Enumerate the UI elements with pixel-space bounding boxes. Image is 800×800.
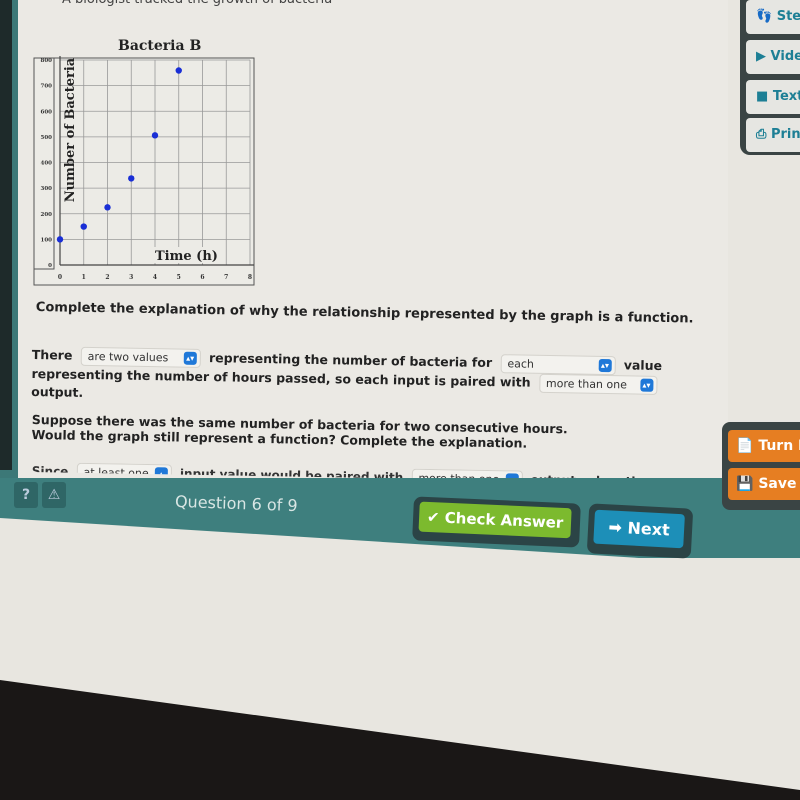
y-tick-label: 300 xyxy=(41,186,53,192)
tool-print[interactable]: ⎙ Print xyxy=(746,118,800,152)
warning-icon: ⚠ xyxy=(47,487,61,503)
bacteria-chart: 0 1 2 3 4 5 6 7 8 0 100 200 300 400 500 600 700 800 Number… xyxy=(33,56,255,286)
x-tick-label: 2 xyxy=(105,274,109,281)
check-answer-button[interactable]: ✔ Check Answer xyxy=(418,501,572,539)
data-point xyxy=(128,175,135,182)
x-tick-label: 3 xyxy=(129,274,133,281)
select-output-value: more than one xyxy=(545,376,628,392)
report-problem-button[interactable]: ⚠ xyxy=(42,482,66,508)
explanation-1: There are two values ▴▾ representing the… xyxy=(31,346,662,410)
data-point xyxy=(104,204,111,211)
data-point xyxy=(56,236,64,243)
side-tools-panel: 👣 Steps ▶ Video ■ Textbook ⎙ Print xyxy=(740,0,800,155)
tool-label: Textbook xyxy=(772,89,800,104)
save-icon: 💾 xyxy=(736,476,754,492)
data-point xyxy=(151,132,159,139)
turn-in-label: Turn In xyxy=(758,438,800,454)
y-tick-label: 800 xyxy=(41,58,53,64)
text-there: There xyxy=(31,346,73,363)
text-value: value xyxy=(623,357,663,373)
side-actions-panel: 📄 Turn In 💾 Save & Exit xyxy=(722,422,800,510)
next-button[interactable]: ➡ Next xyxy=(593,509,685,549)
x-tick-label: 0 xyxy=(58,274,62,281)
select-each[interactable]: each ▴▾ xyxy=(500,354,616,376)
select-values[interactable]: are two values ▴▾ xyxy=(80,346,201,368)
tool-video[interactable]: ▶ Video xyxy=(746,40,800,74)
check-answer-label: Check Answer xyxy=(444,508,564,532)
turn-in-button[interactable]: 📄 Turn In xyxy=(728,430,800,462)
select-values-value: are two values xyxy=(87,349,169,365)
print-icon: ⎙ xyxy=(756,127,767,142)
x-axis-label: Time (h) xyxy=(155,249,218,264)
x-tick-label: 1 xyxy=(82,274,86,281)
next-frame: ➡ Next xyxy=(586,503,694,559)
checkmark-icon: ✔ xyxy=(426,507,440,527)
x-tick-label: 6 xyxy=(200,274,204,281)
textbook-icon: ■ xyxy=(756,89,769,104)
y-tick-label: 400 xyxy=(41,161,53,167)
arrow-right-icon: ➡ xyxy=(608,517,623,538)
data-point xyxy=(80,223,87,230)
text-output: output. xyxy=(31,383,84,400)
tool-textbook[interactable]: ■ Textbook xyxy=(746,80,800,114)
footprint-icon: 👣 xyxy=(756,9,773,24)
screen: A biologist tracked the growth of bacter… xyxy=(0,0,800,790)
x-tick-label: 5 xyxy=(177,274,181,281)
select-output[interactable]: more than one ▴▾ xyxy=(538,373,658,395)
select-arrow-icon: ▴▾ xyxy=(598,358,612,373)
check-answer-frame: ✔ Check Answer xyxy=(412,496,581,548)
x-tick-label: 4 xyxy=(153,274,157,281)
text-line2: representing the number of hours passed,… xyxy=(31,365,531,390)
tool-label: Video xyxy=(770,49,800,64)
x-tick-label: 8 xyxy=(248,274,252,281)
select-each-value: each xyxy=(507,357,535,371)
y-tick-label: 700 xyxy=(41,84,53,90)
intro-text: A biologist tracked the growth of bacter… xyxy=(62,0,332,7)
video-icon: ▶ xyxy=(756,49,766,64)
next-label: Next xyxy=(627,518,671,540)
tool-label: Steps xyxy=(776,9,800,24)
y-tick-label: 200 xyxy=(41,212,53,218)
save-label: Save & Exit xyxy=(758,476,800,492)
y-tick-label: 100 xyxy=(41,237,53,243)
y-tick-label: 600 xyxy=(41,109,53,115)
turn-in-icon: 📄 xyxy=(736,438,754,454)
bezel-edge xyxy=(0,0,12,470)
tool-steps[interactable]: 👣 Steps xyxy=(746,0,800,34)
help-button[interactable]: ? xyxy=(14,482,38,508)
select-arrow-icon: ▴▾ xyxy=(183,351,197,365)
y-axis-label: Number of Bacteria xyxy=(63,57,78,202)
text-mid: representing the number of bacteria for xyxy=(208,350,493,371)
y-tick-label: 500 xyxy=(41,135,53,141)
y-tick-label: 0 xyxy=(48,263,52,269)
tool-label: Print xyxy=(770,127,800,142)
select-arrow-icon: ▴▾ xyxy=(639,378,654,392)
save-exit-button[interactable]: 💾 Save & Exit xyxy=(728,468,800,500)
data-point xyxy=(175,67,182,74)
x-tick-label: 7 xyxy=(224,274,228,281)
